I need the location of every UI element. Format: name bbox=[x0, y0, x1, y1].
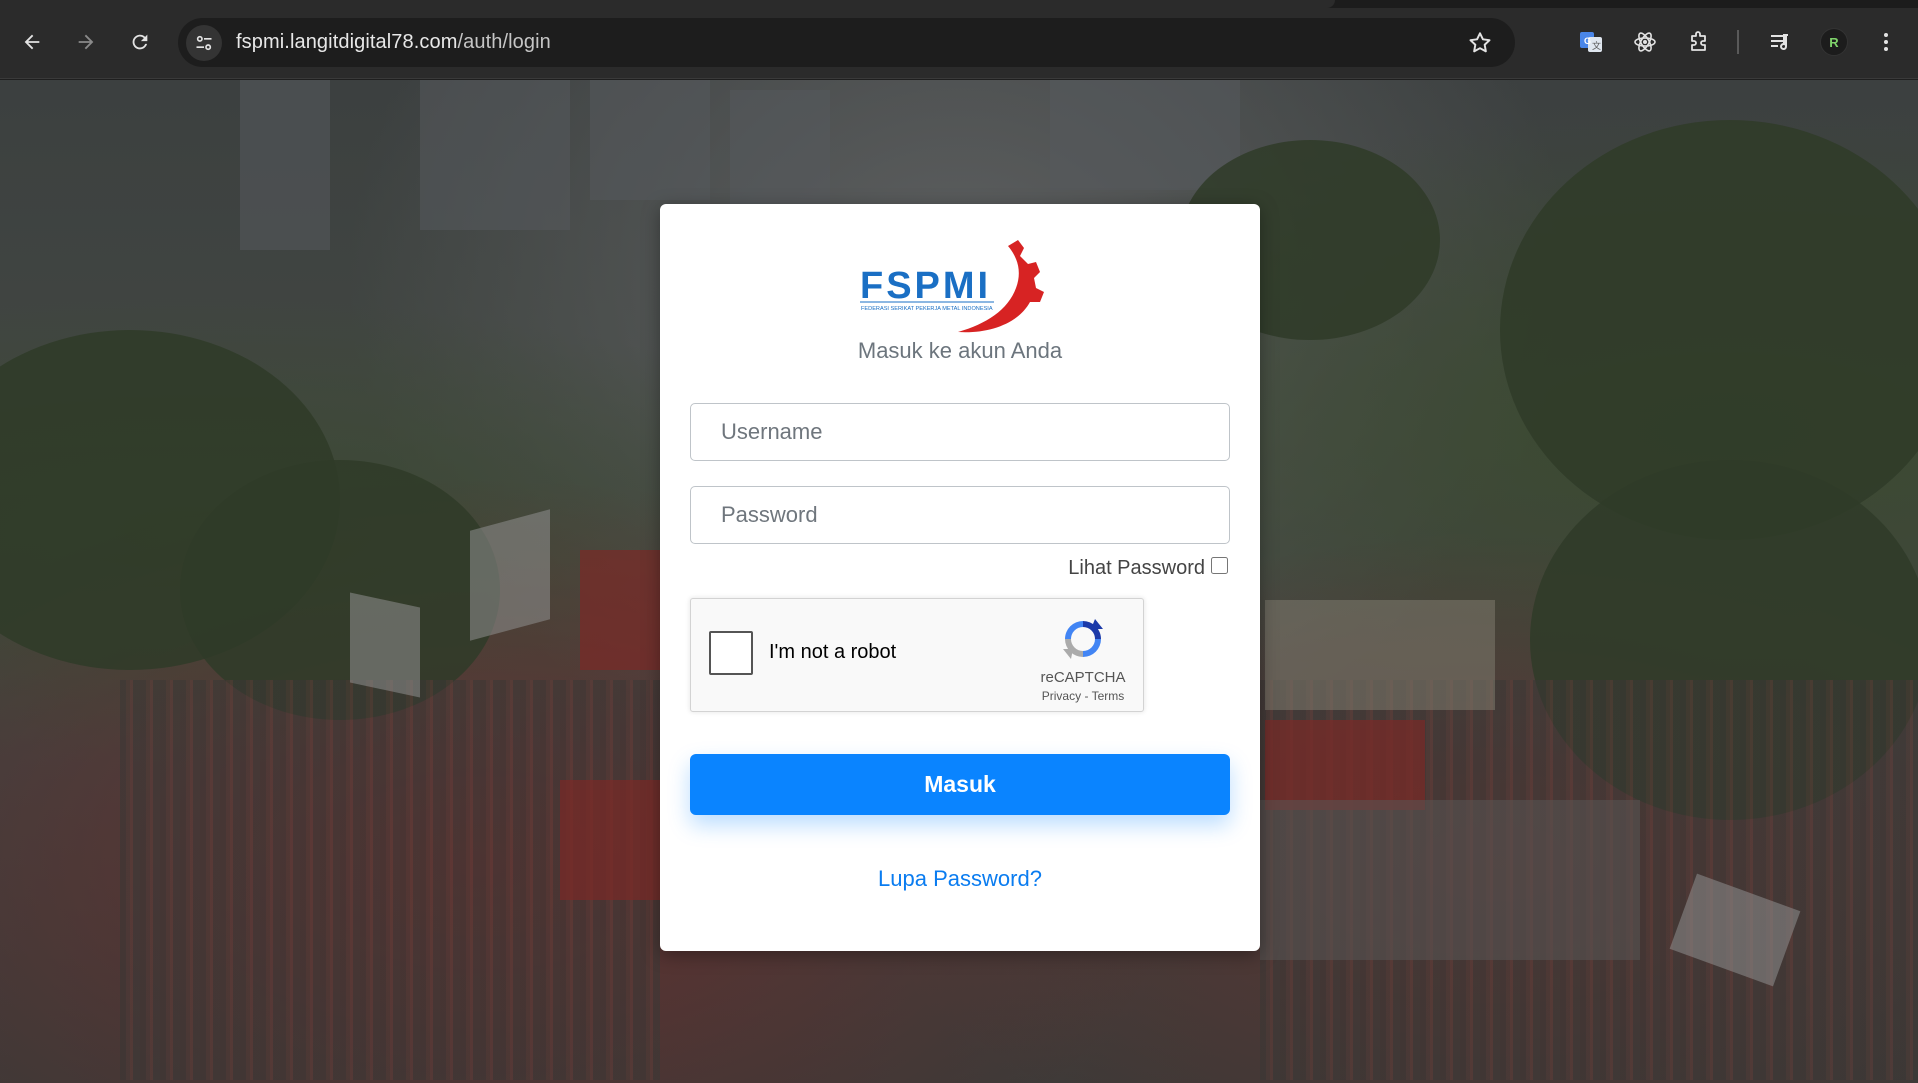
url-text[interactable]: fspmi.langitdigital78.com/auth/login bbox=[236, 31, 551, 54]
menu-icon bbox=[1884, 33, 1888, 51]
background-flag bbox=[560, 780, 660, 900]
extensions-icon bbox=[1691, 31, 1706, 51]
address-bar[interactable]: fspmi.langitdigital78.com/auth/login bbox=[178, 18, 1515, 67]
recaptcha-link-separator: - bbox=[1084, 689, 1089, 703]
show-password-checkbox[interactable] bbox=[1211, 557, 1228, 574]
reload-button[interactable] bbox=[122, 24, 158, 60]
background-banner bbox=[1265, 720, 1425, 810]
logo-subtext: FEDERASI SERIKAT PEKERJA METAL INDONESIA bbox=[861, 306, 993, 312]
login-card: FSPMI FEDERASI SERIKAT PEKERJA METAL IND… bbox=[660, 204, 1260, 951]
background-banner bbox=[580, 550, 660, 670]
forward-button[interactable] bbox=[68, 24, 104, 60]
fspmi-logo: FSPMI FEDERASI SERIKAT PEKERJA METAL IND… bbox=[860, 240, 1044, 333]
login-subtitle: Masuk ke akun Anda bbox=[857, 338, 1063, 363]
recaptcha-label: I'm not a robot bbox=[769, 641, 897, 663]
recaptcha-checkbox[interactable] bbox=[709, 631, 753, 675]
google-translate-extension[interactable]: G 文 bbox=[1575, 26, 1607, 58]
recaptcha-brand: reCAPTCHA bbox=[1040, 669, 1126, 686]
recaptcha-logo-icon bbox=[1063, 619, 1103, 659]
bookmark-star-icon[interactable] bbox=[1467, 30, 1493, 56]
extensions-button[interactable] bbox=[1683, 26, 1715, 58]
menu-button[interactable] bbox=[1870, 26, 1902, 58]
recaptcha-terms-link[interactable]: Terms bbox=[1092, 689, 1125, 703]
login-button[interactable]: Masuk bbox=[690, 754, 1230, 815]
media-controls-icon bbox=[1771, 34, 1788, 51]
google-translate-icon: G 文 bbox=[1580, 32, 1602, 52]
recaptcha-links: Privacy - Terms bbox=[1021, 689, 1145, 703]
background-flag bbox=[350, 592, 420, 698]
svg-text:文: 文 bbox=[1592, 40, 1601, 51]
active-tab-edge[interactable] bbox=[0, 0, 1335, 8]
logo-wordmark: FSPMI bbox=[860, 265, 991, 307]
site-info-button[interactable] bbox=[186, 25, 222, 61]
url-host: fspmi.langitdigital78.com bbox=[236, 31, 458, 53]
background-building bbox=[420, 80, 570, 230]
profile-avatar[interactable]: R bbox=[1820, 28, 1848, 56]
reload-icon bbox=[132, 34, 148, 50]
username-input[interactable] bbox=[690, 403, 1230, 461]
back-button[interactable] bbox=[14, 24, 50, 60]
recaptcha-privacy-link[interactable]: Privacy bbox=[1042, 689, 1081, 703]
recaptcha-widget: I'm not a robot reCAPTCHA Privacy - Term… bbox=[690, 598, 1144, 712]
svg-text:G: G bbox=[1584, 36, 1591, 46]
browser-toolbar: fspmi.langitdigital78.com/auth/login G 文 bbox=[0, 0, 1918, 79]
back-icon bbox=[24, 34, 40, 50]
background-flag bbox=[470, 509, 550, 641]
forward-icon bbox=[78, 34, 94, 50]
site-info-icon bbox=[196, 35, 212, 51]
background-banner bbox=[1265, 600, 1495, 710]
show-password-label: Lihat Password bbox=[1068, 557, 1205, 579]
background-building bbox=[240, 80, 330, 250]
toolbar-divider bbox=[1737, 30, 1739, 54]
background-building bbox=[590, 80, 710, 200]
background-road bbox=[1260, 800, 1640, 960]
show-password-toggle[interactable]: Lihat Password bbox=[1068, 557, 1228, 580]
password-input[interactable] bbox=[690, 486, 1230, 544]
react-devtools-extension[interactable] bbox=[1629, 26, 1661, 58]
react-devtools-icon bbox=[1634, 32, 1656, 52]
media-controls-button[interactable] bbox=[1764, 26, 1796, 58]
url-path: /auth/login bbox=[457, 31, 551, 53]
forgot-password-link[interactable]: Lupa Password? bbox=[660, 866, 1260, 892]
tab-strip bbox=[0, 0, 1918, 8]
